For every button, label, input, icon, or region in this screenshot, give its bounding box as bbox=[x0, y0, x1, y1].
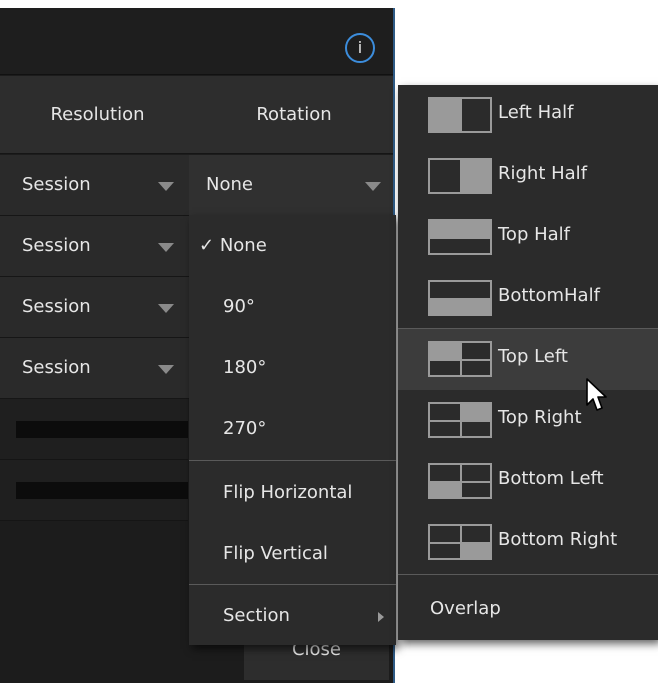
top-bar bbox=[0, 8, 393, 75]
meter-bar bbox=[16, 482, 188, 499]
menu-item-flip-horizontal[interactable]: Flip Horizontal bbox=[189, 463, 396, 523]
resolution-value: Session bbox=[22, 235, 91, 256]
menu-item-none[interactable]: ✓ None bbox=[189, 216, 396, 276]
resolution-select[interactable]: Session bbox=[0, 277, 188, 337]
column-header: Resolution Rotation bbox=[0, 76, 393, 154]
left-half-icon bbox=[428, 97, 492, 133]
triangle-down-icon bbox=[158, 304, 174, 313]
resolution-select[interactable]: Session bbox=[0, 216, 188, 276]
menu-item-flip-vertical[interactable]: Flip Vertical bbox=[189, 524, 396, 584]
menu-item-270[interactable]: 270° bbox=[189, 399, 396, 459]
top-right-icon bbox=[428, 402, 492, 438]
resolution-value: Session bbox=[22, 174, 91, 195]
chevron-right-icon bbox=[378, 612, 384, 622]
triangle-down-icon bbox=[365, 182, 381, 191]
submenu-item-label: Top Left bbox=[498, 346, 568, 367]
submenu-item-top-right[interactable]: Top Right bbox=[398, 390, 658, 451]
checkmark-icon: ✓ bbox=[199, 235, 215, 256]
menu-item-90[interactable]: 90° bbox=[189, 277, 396, 337]
menu-separator bbox=[398, 574, 658, 575]
meter-bar bbox=[16, 421, 188, 438]
submenu-item-label: Top Half bbox=[498, 224, 570, 245]
submenu-item-label: Left Half bbox=[498, 102, 574, 123]
level-meter bbox=[0, 460, 188, 521]
top-left-icon bbox=[428, 341, 492, 377]
submenu-item-top-half[interactable]: Top Half bbox=[398, 207, 658, 268]
bottom-right-icon bbox=[428, 524, 492, 560]
info-icon[interactable]: i bbox=[345, 33, 375, 63]
submenu-item-bottom-left[interactable]: Bottom Left bbox=[398, 451, 658, 512]
rotation-column-header: Rotation bbox=[256, 104, 332, 125]
submenu-item-bottom-half[interactable]: BottomHalf bbox=[398, 268, 658, 329]
right-half-icon bbox=[428, 158, 492, 194]
submenu-item-right-half[interactable]: Right Half bbox=[398, 146, 658, 207]
menu-item-180[interactable]: 180° bbox=[189, 338, 396, 398]
menu-item-section[interactable]: Section bbox=[189, 586, 396, 646]
triangle-down-icon bbox=[158, 243, 174, 252]
submenu-item-label: Bottom Right bbox=[498, 529, 618, 550]
rotation-select[interactable]: None bbox=[189, 155, 393, 215]
menu-separator bbox=[189, 584, 396, 585]
submenu-item-label: BottomHalf bbox=[498, 285, 600, 306]
rotation-value: None bbox=[206, 174, 253, 195]
resolution-select[interactable]: Session bbox=[0, 155, 188, 215]
level-meter bbox=[0, 399, 188, 460]
submenu-item-top-left[interactable]: Top Left bbox=[398, 329, 658, 390]
submenu-item-label: Bottom Left bbox=[498, 468, 604, 489]
submenu-item-label: Top Right bbox=[498, 407, 582, 428]
menu-item-label: Section bbox=[223, 605, 290, 626]
triangle-down-icon bbox=[158, 182, 174, 191]
rotation-menu: ✓ None 90° 180° 270° Flip Horizontal Fli… bbox=[189, 215, 396, 645]
menu-separator bbox=[189, 460, 396, 461]
submenu-item-bottom-right[interactable]: Bottom Right bbox=[398, 512, 658, 573]
bottom-left-icon bbox=[428, 463, 492, 499]
bottom-half-icon bbox=[428, 280, 492, 316]
resolution-select[interactable]: Session bbox=[0, 338, 188, 398]
resolution-value: Session bbox=[22, 357, 91, 378]
resolution-column-header: Resolution bbox=[50, 104, 145, 125]
submenu-item-overlap[interactable]: Overlap bbox=[398, 580, 658, 640]
section-submenu: Left Half Right Half Top Half BottomHalf… bbox=[398, 85, 658, 640]
top-half-icon bbox=[428, 219, 492, 255]
triangle-down-icon bbox=[158, 365, 174, 374]
menu-separator bbox=[398, 328, 658, 329]
resolution-value: Session bbox=[22, 296, 91, 317]
mouse-pointer-icon bbox=[586, 378, 607, 411]
submenu-item-label: Right Half bbox=[498, 163, 588, 184]
table-row: Session None bbox=[0, 155, 393, 216]
submenu-item-left-half[interactable]: Left Half bbox=[398, 85, 658, 146]
menu-item-label: None bbox=[219, 235, 267, 256]
